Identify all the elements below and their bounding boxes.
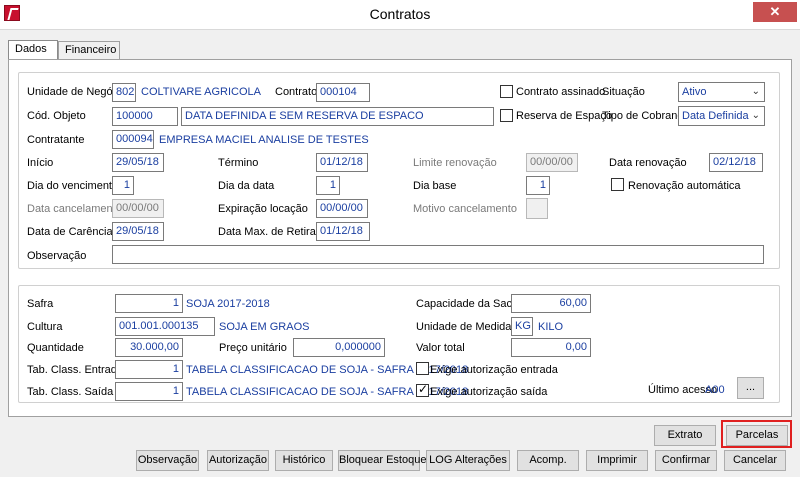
objeto-description: DATA DEFINIDA E SEM RESERVA DE ESPACO (181, 107, 494, 126)
title-bar: Contratos ✕ (0, 0, 800, 30)
observacao-label: Observação (27, 250, 87, 262)
motivo-cancelamento-label: Motivo cancelamento (413, 203, 517, 215)
chevron-down-icon: ⌄ (751, 86, 760, 97)
cultura-label: Cultura (27, 321, 63, 333)
data-renovacao-input[interactable]: 02/12/18 (709, 153, 763, 172)
data-cancelamento-input: 00/00/00 (112, 199, 164, 218)
cancelar-button[interactable]: Cancelar (724, 450, 786, 471)
imprimir-button[interactable]: Imprimir (586, 450, 648, 471)
valor-total-input[interactable]: 0,00 (511, 338, 591, 357)
exige-saida-label: Exige autorização saída (430, 386, 548, 398)
contrato-label: Contrato (275, 86, 318, 98)
dia-base-input[interactable]: 1 (526, 176, 550, 195)
exige-entrada-checkbox[interactable] (416, 362, 429, 375)
capacidade-label: Capacidade da Saca (416, 298, 519, 310)
renovacao-auto-checkbox[interactable] (611, 178, 624, 191)
contratante-label: Contratante (27, 134, 85, 146)
expiracao-input[interactable]: 00/00/00 (316, 199, 368, 218)
cultura-name: SOJA EM GRAOS (219, 321, 310, 333)
parcelas-highlight (721, 420, 792, 448)
exige-entrada-label: Exige autorização entrada (430, 364, 558, 376)
safra-code-input[interactable]: 1 (115, 294, 183, 313)
historico-button[interactable]: Histórico (275, 450, 333, 471)
unidade-code-input[interactable]: 802 (112, 83, 136, 102)
data-renovacao-label: Data renovação (609, 157, 687, 169)
limite-input: 00/00/00 (526, 153, 578, 172)
safra-label: Safra (27, 298, 54, 310)
ultimo-acesso-value: A00 (705, 384, 725, 396)
contratante-name: EMPRESA MACIEL ANALISE DE TESTES (159, 134, 369, 146)
contrato-input[interactable]: 000104 (316, 83, 370, 102)
expiracao-label: Expiração locação (218, 203, 308, 215)
tipo-cobranca-value: Data Definida (682, 110, 749, 122)
close-button[interactable]: ✕ (753, 2, 797, 22)
exige-saida-checkbox[interactable] (416, 382, 429, 397)
tab-financeiro[interactable]: Financeiro (58, 41, 120, 59)
unidade-medida-name: KILO (538, 321, 564, 333)
ultimo-acesso-button[interactable]: ... (737, 377, 764, 399)
quantidade-label: Quantidade (27, 342, 84, 354)
objeto-label: Cód. Objeto (27, 110, 86, 122)
situacao-value: Ativo (682, 86, 707, 98)
dia-data-label: Dia da data (218, 180, 275, 192)
unidade-medida-label: Unidade de Medida (416, 321, 512, 333)
tab-saida-code-input[interactable]: 1 (115, 382, 183, 401)
tab-dados[interactable]: Dados (8, 40, 58, 60)
tipo-cobranca-select[interactable]: Data Definida ⌄ (678, 106, 765, 126)
motivo-cancelamento-button (526, 198, 548, 219)
reserva-checkbox[interactable] (500, 109, 513, 122)
dia-base-label: Dia base (413, 180, 457, 192)
assinado-label: Contrato assinado (516, 86, 606, 98)
observacao-button[interactable]: Observação (136, 450, 199, 471)
autorizacao-button[interactable]: Autorização (207, 450, 269, 471)
data-cancelamento-label: Data cancelamento (27, 203, 122, 215)
carencia-input[interactable]: 29/05/18 (112, 222, 164, 241)
termino-input[interactable]: 01/12/18 (316, 153, 368, 172)
quantidade-input[interactable]: 30.000,00 (115, 338, 183, 357)
limite-label: Limite renovação (413, 157, 497, 169)
tipo-cobranca-label: Tipo de Cobrança (602, 110, 690, 122)
dia-vencimento-label: Dia do vencimento (27, 180, 119, 192)
situacao-select[interactable]: Ativo ⌄ (678, 82, 765, 102)
assinado-checkbox[interactable] (500, 85, 513, 98)
dia-vencimento-input[interactable]: 1 (112, 176, 134, 195)
observacao-input[interactable] (112, 245, 764, 264)
window-title: Contratos (369, 6, 431, 22)
inicio-label: Início (27, 157, 54, 169)
acomp-button[interactable]: Acomp. (517, 450, 579, 471)
capacidade-input[interactable]: 60,00 (511, 294, 591, 313)
renovacao-auto-label: Renovação automática (628, 180, 741, 192)
unidade-medida-code[interactable]: KG (511, 317, 533, 336)
log-alteracoes-button[interactable]: LOG Alterações (426, 450, 510, 471)
safra-name: SOJA 2017-2018 (186, 298, 270, 310)
carencia-label: Data de Carência (27, 226, 113, 238)
objeto-code-input[interactable]: 100000 (112, 107, 178, 126)
bloquear-estoque-button[interactable]: Bloquear Estoque (338, 450, 426, 471)
dia-data-input[interactable]: 1 (316, 176, 340, 195)
max-retirada-label: Data Max. de Retirada (218, 226, 329, 238)
extrato-button[interactable]: Extrato (654, 425, 716, 446)
cultura-code-input[interactable]: 001.001.000135 (115, 317, 215, 336)
tab-entrada-code-input[interactable]: 1 (115, 360, 183, 379)
preco-label: Preço unitário (219, 342, 287, 354)
chevron-down-icon: ⌄ (751, 110, 760, 121)
confirmar-button[interactable]: Confirmar (655, 450, 717, 471)
contratante-code-input[interactable]: 000094 (112, 130, 154, 149)
preco-input[interactable]: 0,000000 (293, 338, 385, 357)
inicio-input[interactable]: 29/05/18 (112, 153, 164, 172)
valor-total-label: Valor total (416, 342, 465, 354)
situacao-label: Situação (602, 86, 645, 98)
max-retirada-input[interactable]: 01/12/18 (316, 222, 370, 241)
tab-saida-label: Tab. Class. Saída (27, 386, 114, 398)
unidade-name: COLTIVARE AGRICOLA (141, 86, 262, 98)
reserva-label: Reserva de Espaço (516, 110, 612, 122)
tab-entrada-label: Tab. Class. Entrada (27, 364, 123, 376)
termino-label: Término (218, 157, 259, 169)
